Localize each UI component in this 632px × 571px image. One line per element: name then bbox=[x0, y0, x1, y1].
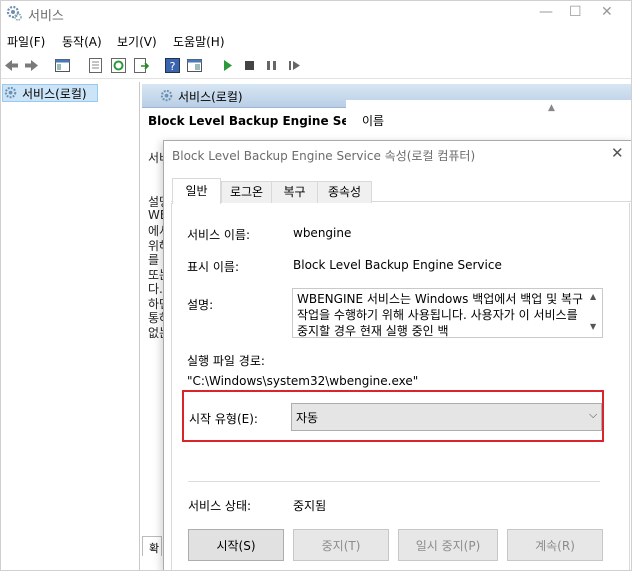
startup-type-dropdown[interactable] bbox=[291, 403, 602, 431]
tab-general[interactable]: 일반 bbox=[172, 178, 221, 204]
pause-button[interactable]: 일시 중지(P) bbox=[398, 529, 498, 561]
description-text: WBENGINE 서비스는 Windows 백업에서 백업 및 복구 작업을 수… bbox=[297, 292, 584, 338]
restart-service-icon[interactable] bbox=[286, 57, 303, 74]
service-name-label: 서비스 이름: bbox=[187, 228, 251, 242]
menu-help[interactable]: 도움말(H) bbox=[173, 33, 225, 50]
service-status-label: 서비스 상태: bbox=[188, 499, 252, 513]
tab-extended[interactable]: 확 bbox=[142, 536, 162, 556]
dialog-close-icon[interactable]: ✕ bbox=[611, 144, 624, 162]
svg-text:?: ? bbox=[170, 60, 176, 73]
forward-icon[interactable] bbox=[23, 57, 40, 74]
export-list-icon[interactable] bbox=[133, 57, 150, 74]
services-gear-icon bbox=[6, 5, 22, 21]
service-status-value: 중지됨 bbox=[293, 499, 327, 513]
minimize-icon[interactable]: — bbox=[539, 4, 553, 20]
executable-path-value: "C:\Windows\system32\wbengine.exe" bbox=[187, 374, 419, 388]
stop-service-icon[interactable] bbox=[241, 57, 258, 74]
scroll-down-icon[interactable]: ▼ bbox=[590, 322, 596, 331]
dialog-title: Block Level Backup Engine Service 속성(로컬 … bbox=[172, 149, 476, 163]
description-label: 설명: bbox=[187, 298, 214, 312]
window-title: 서비스 bbox=[28, 9, 64, 24]
tab-recovery[interactable]: 복구 bbox=[271, 181, 318, 203]
maximize-icon[interactable]: ☐ bbox=[569, 4, 582, 20]
pause-service-icon[interactable] bbox=[263, 57, 280, 74]
start-service-icon[interactable] bbox=[219, 57, 236, 74]
service-name-value: wbengine bbox=[293, 226, 352, 240]
separator bbox=[188, 481, 600, 482]
chevron-down-icon: ⌵ bbox=[589, 408, 598, 421]
description-scrollbar[interactable]: ▲ ▼ bbox=[588, 289, 602, 337]
startup-type-value: 자동 bbox=[296, 411, 319, 425]
services-list bbox=[346, 100, 632, 140]
sort-arrow-icon: ▲ bbox=[548, 103, 555, 113]
startup-type-label: 시작 유형(E): bbox=[189, 412, 258, 426]
pane-header-title: 서비스(로컬) bbox=[178, 90, 243, 104]
display-name-label: 표시 이름: bbox=[187, 260, 240, 274]
scroll-up-icon[interactable]: ▲ bbox=[590, 292, 596, 301]
stop-button[interactable]: 중지(T) bbox=[293, 529, 389, 561]
tree-item-label: 서비스(로컬) bbox=[22, 87, 87, 101]
services-gear-icon bbox=[160, 89, 173, 102]
tab-dependencies[interactable]: 종속성 bbox=[317, 181, 372, 203]
executable-path-label: 실행 파일 경로: bbox=[187, 354, 265, 368]
refresh-icon[interactable] bbox=[110, 57, 127, 74]
services-gear-icon bbox=[4, 86, 17, 99]
resume-button[interactable]: 계속(R) bbox=[507, 529, 603, 561]
display-name-field[interactable]: Block Level Backup Engine Service bbox=[293, 258, 502, 272]
column-header-name[interactable]: 이름 bbox=[362, 112, 384, 129]
title-bar bbox=[0, 0, 632, 28]
tab-logon[interactable]: 로그온 bbox=[221, 181, 272, 203]
show-pane-icon[interactable] bbox=[186, 57, 203, 74]
close-icon[interactable]: ✕ bbox=[601, 4, 613, 20]
menu-file[interactable]: 파일(F) bbox=[7, 33, 45, 50]
menu-action[interactable]: 동작(A) bbox=[62, 33, 102, 50]
description-textbox[interactable]: WBENGINE 서비스는 Windows 백업에서 백업 및 복구 작업을 수… bbox=[292, 288, 603, 338]
properties-icon[interactable] bbox=[87, 57, 104, 74]
help-icon[interactable]: ? bbox=[164, 57, 181, 74]
start-button[interactable]: 시작(S) bbox=[188, 529, 284, 561]
console-tree-icon[interactable] bbox=[54, 57, 71, 74]
menu-view[interactable]: 보기(V) bbox=[117, 33, 157, 50]
console-tree-pane bbox=[0, 82, 140, 571]
back-icon[interactable] bbox=[3, 57, 20, 74]
